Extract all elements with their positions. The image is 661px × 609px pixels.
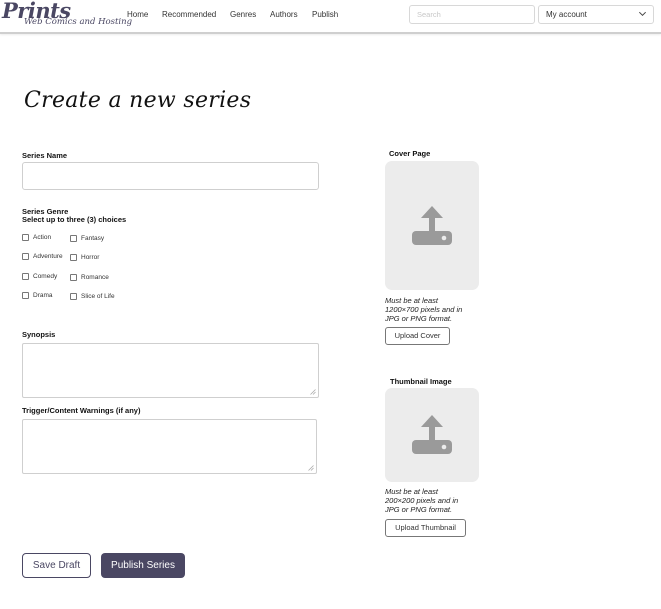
chevron-down-icon xyxy=(638,11,647,17)
thumbnail-note-line: JPG or PNG format. xyxy=(385,505,453,514)
resize-handle-icon[interactable] xyxy=(308,465,314,471)
genre-sublabel: Select up to three (3) choices xyxy=(22,215,127,224)
thumbnail-note-line: Must be at least xyxy=(385,487,438,496)
warnings-label: Trigger/Content Warnings (if any) xyxy=(22,406,141,415)
nav-link-authors[interactable]: Authors xyxy=(270,10,298,19)
search-input[interactable] xyxy=(409,5,535,24)
series-name-label: Series Name xyxy=(22,151,68,160)
genre-checkbox-slice-of-life[interactable]: Slice of Life xyxy=(70,293,115,300)
synopsis-label: Synopsis xyxy=(22,330,56,339)
cover-note-line: Must be at least xyxy=(385,296,438,305)
nav-link-recommended[interactable]: Recommended xyxy=(162,10,216,19)
thumbnail-note-line: 200×200 pixels and in xyxy=(385,496,459,505)
checkbox-label: Adventure xyxy=(33,253,63,260)
checkbox[interactable] xyxy=(70,254,77,261)
brand-tagline: Web Comics and Hosting xyxy=(24,17,133,27)
publish-series-button[interactable]: Publish Series xyxy=(101,553,185,578)
genre-checkbox-horror[interactable]: Horror xyxy=(70,254,99,261)
cover-note: Must be at least 1200×700 pixels and in … xyxy=(385,296,462,323)
genre-checkbox-fantasy[interactable]: Fantasy xyxy=(70,235,104,242)
account-label: My account xyxy=(546,10,587,19)
genre-checkbox-adventure[interactable]: Adventure xyxy=(22,253,63,260)
checkbox-label: Horror xyxy=(81,254,100,261)
thumbnail-dropzone[interactable] xyxy=(385,388,479,482)
checkbox-label: Comedy xyxy=(33,273,58,280)
nav-link-home[interactable]: Home xyxy=(127,10,148,19)
checkbox[interactable] xyxy=(70,274,77,281)
thumbnail-note: Must be at least 200×200 pixels and in J… xyxy=(385,487,458,514)
upload-thumbnail-button[interactable]: Upload Thumbnail xyxy=(385,519,466,537)
page-title: Create a new series xyxy=(24,88,252,113)
genre-checkbox-romance[interactable]: Romance xyxy=(70,274,109,281)
account-dropdown[interactable]: My account xyxy=(538,5,654,24)
warnings-textarea[interactable] xyxy=(22,419,317,474)
cover-note-line: JPG or PNG format. xyxy=(385,314,453,323)
checkbox[interactable] xyxy=(70,235,77,242)
cover-label: Cover Page xyxy=(389,149,431,158)
checkbox[interactable] xyxy=(70,293,77,300)
cover-note-line: 1200×700 pixels and in xyxy=(385,305,463,314)
cover-dropzone[interactable] xyxy=(385,161,479,290)
nav-link-publish[interactable]: Publish xyxy=(312,10,338,19)
synopsis-textarea[interactable] xyxy=(22,343,319,398)
genre-checkbox-comedy[interactable]: Comedy xyxy=(22,273,57,280)
brand-logo[interactable]: Prints Web Comics and Hosting xyxy=(2,0,132,32)
checkbox-label: Romance xyxy=(81,274,109,281)
upload-icon xyxy=(412,415,452,454)
checkbox[interactable] xyxy=(22,273,29,280)
checkbox[interactable] xyxy=(22,292,29,299)
thumbnail-label: Thumbnail Image xyxy=(390,377,452,386)
checkbox-label: Slice of Life xyxy=(81,293,115,300)
checkbox-label: Drama xyxy=(33,292,53,299)
checkbox[interactable] xyxy=(22,234,29,241)
nav-link-genres[interactable]: Genres xyxy=(230,10,256,19)
navbar: Prints Web Comics and Hosting Home Recom… xyxy=(0,0,661,34)
genre-checkbox-drama[interactable]: Drama xyxy=(22,292,53,299)
series-name-input[interactable] xyxy=(22,162,319,190)
upload-cover-button[interactable]: Upload Cover xyxy=(385,327,450,345)
checkbox-label: Fantasy xyxy=(81,235,105,242)
upload-icon xyxy=(412,205,452,245)
genre-checkbox-action[interactable]: Action xyxy=(22,234,51,241)
checkbox-label: Action xyxy=(33,234,52,241)
save-draft-button[interactable]: Save Draft xyxy=(22,553,91,578)
resize-handle-icon[interactable] xyxy=(310,389,316,395)
checkbox[interactable] xyxy=(22,253,29,260)
